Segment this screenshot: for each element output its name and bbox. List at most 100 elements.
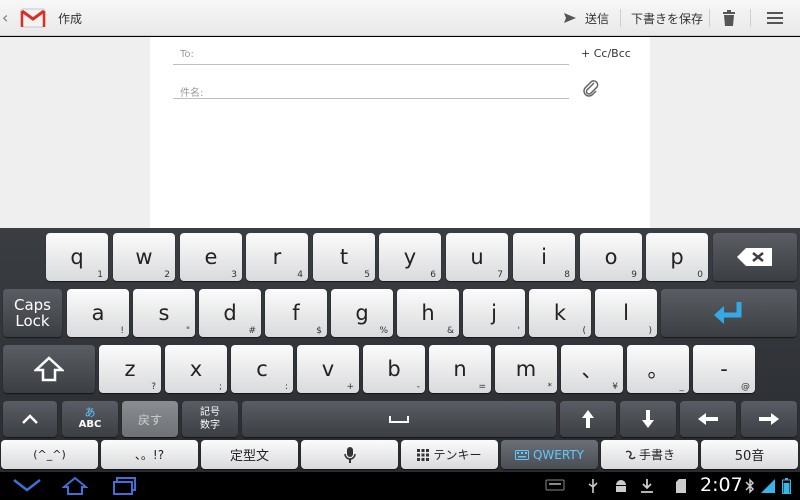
shift-arrow-icon [34, 356, 64, 382]
cursor-up-key[interactable] [560, 401, 616, 437]
cursor-down-key[interactable] [620, 401, 676, 437]
page-title: 作成 [58, 12, 83, 26]
key-a[interactable]: a! [67, 289, 129, 337]
key-f[interactable]: f $ [265, 289, 327, 337]
punctuation-key[interactable]: 、。!? [101, 440, 198, 469]
key-c[interactable]: c: [231, 345, 293, 393]
key-hyphen[interactable]: - @ [693, 345, 755, 393]
key-t[interactable]: t5 [313, 233, 375, 281]
sd-card-icon [676, 479, 686, 493]
compose-body[interactable] [150, 37, 650, 228]
key-comma-jp[interactable]: 、 ¥ [561, 345, 623, 393]
key-y[interactable]: y6 [379, 233, 441, 281]
key-j[interactable]: j ' [463, 289, 525, 337]
key-v[interactable]: v + [297, 345, 359, 393]
divider [709, 9, 710, 27]
key-l[interactable]: l) [595, 289, 657, 337]
bluetooth-icon [745, 478, 755, 494]
back-chevron-icon[interactable]: ‹ [2, 8, 8, 27]
home-nav-icon[interactable] [62, 476, 88, 496]
software-keyboard: q1 w2 e3 r4 t5 y6 u7 i8 o9 p0 Caps Lock … [0, 228, 800, 472]
send-icon [564, 13, 576, 23]
key-x[interactable]: x; [165, 345, 227, 393]
undo-key[interactable]: 戻す [122, 401, 178, 437]
arrow-right-icon [759, 413, 779, 425]
shift-key[interactable] [3, 345, 95, 393]
attach-icon[interactable] [582, 78, 600, 98]
key-b[interactable]: b- [363, 345, 425, 393]
keyboard-status-icon [545, 479, 565, 491]
enter-key[interactable] [661, 289, 797, 337]
send-label: 送信 [585, 11, 610, 26]
action-bar: ‹ 作成 送信 下書きを保存 [0, 0, 800, 36]
trash-icon [723, 10, 735, 26]
key-n[interactable]: n = [429, 345, 491, 393]
subject-field-underline [173, 98, 569, 99]
space-icon [389, 416, 409, 423]
space-key[interactable] [242, 401, 556, 437]
discard-button[interactable] [722, 0, 736, 36]
key-period-jp[interactable]: 。 _ [627, 345, 689, 393]
phrase-key[interactable]: 定型文 [201, 440, 298, 469]
usb-icon [588, 479, 598, 493]
arrow-up-icon [582, 410, 594, 428]
key-m[interactable]: m * [495, 345, 557, 393]
key-d[interactable]: d # [199, 289, 261, 337]
gmail-logo-icon[interactable] [20, 7, 46, 29]
key-s[interactable]: s " [133, 289, 195, 337]
backspace-icon [737, 248, 772, 266]
keyboard-icon [514, 449, 529, 460]
arrow-down-icon [642, 410, 654, 428]
key-u[interactable]: u7 [446, 233, 508, 281]
key-w[interactable]: w2 [113, 233, 175, 281]
recent-apps-nav-icon[interactable] [112, 476, 138, 496]
divider [620, 9, 621, 27]
qwerty-layout-key[interactable]: QWERTY [501, 440, 598, 469]
overflow-menu-button[interactable] [767, 0, 783, 36]
save-draft-button[interactable]: 下書きを保存 [631, 0, 703, 36]
battery-icon [782, 478, 791, 494]
key-r[interactable]: r4 [246, 233, 308, 281]
key-o[interactable]: o9 [580, 233, 642, 281]
signal-icon [761, 479, 775, 493]
cc-bcc-button[interactable]: + Cc/Bcc [581, 47, 631, 60]
enter-icon [714, 302, 742, 324]
system-bar: 2:07 [0, 472, 800, 500]
symbols-key[interactable]: 記号 数字 [182, 401, 238, 437]
voice-input-key[interactable] [301, 440, 398, 469]
tenkey-layout-key[interactable]: テンキー [401, 440, 498, 469]
input-mode-toggle-key[interactable]: あ ABC [62, 401, 118, 437]
key-q[interactable]: q1 [46, 233, 108, 281]
send-button[interactable]: 送信 [563, 0, 609, 36]
to-field-underline [173, 64, 569, 65]
clock: 2:07 [700, 474, 743, 496]
emoticon-key[interactable]: (^_^) [1, 440, 98, 469]
backspace-key[interactable] [713, 233, 797, 281]
gojuon-layout-key[interactable]: 50音 [701, 440, 798, 469]
key-z[interactable]: z? [99, 345, 161, 393]
arrow-left-icon [698, 413, 718, 425]
cursor-right-key[interactable] [741, 401, 797, 437]
collapse-keyboard-key[interactable] [3, 401, 57, 437]
save-draft-label: 下書きを保存 [631, 11, 704, 26]
keypad-grid-icon [417, 448, 430, 461]
handwriting-icon [625, 450, 636, 459]
key-k[interactable]: k( [529, 289, 591, 337]
subject-field[interactable]: 件名: [180, 84, 203, 99]
microphone-icon [343, 446, 356, 463]
key-g[interactable]: g% [331, 289, 393, 337]
android-debug-icon [616, 480, 626, 492]
key-h[interactable]: h & [397, 289, 459, 337]
back-nav-icon[interactable] [12, 476, 42, 494]
cursor-left-key[interactable] [680, 401, 736, 437]
divider [750, 9, 751, 27]
to-field[interactable]: To: [180, 49, 194, 60]
handwriting-layout-key[interactable]: 手書き [601, 440, 698, 469]
key-p[interactable]: p0 [646, 233, 708, 281]
menu-icon [767, 12, 783, 24]
caret-up-icon [22, 414, 38, 424]
key-e[interactable]: e3 [180, 233, 242, 281]
download-icon [641, 479, 653, 493]
key-i[interactable]: i8 [513, 233, 575, 281]
caps-lock-key[interactable]: Caps Lock [3, 289, 62, 337]
